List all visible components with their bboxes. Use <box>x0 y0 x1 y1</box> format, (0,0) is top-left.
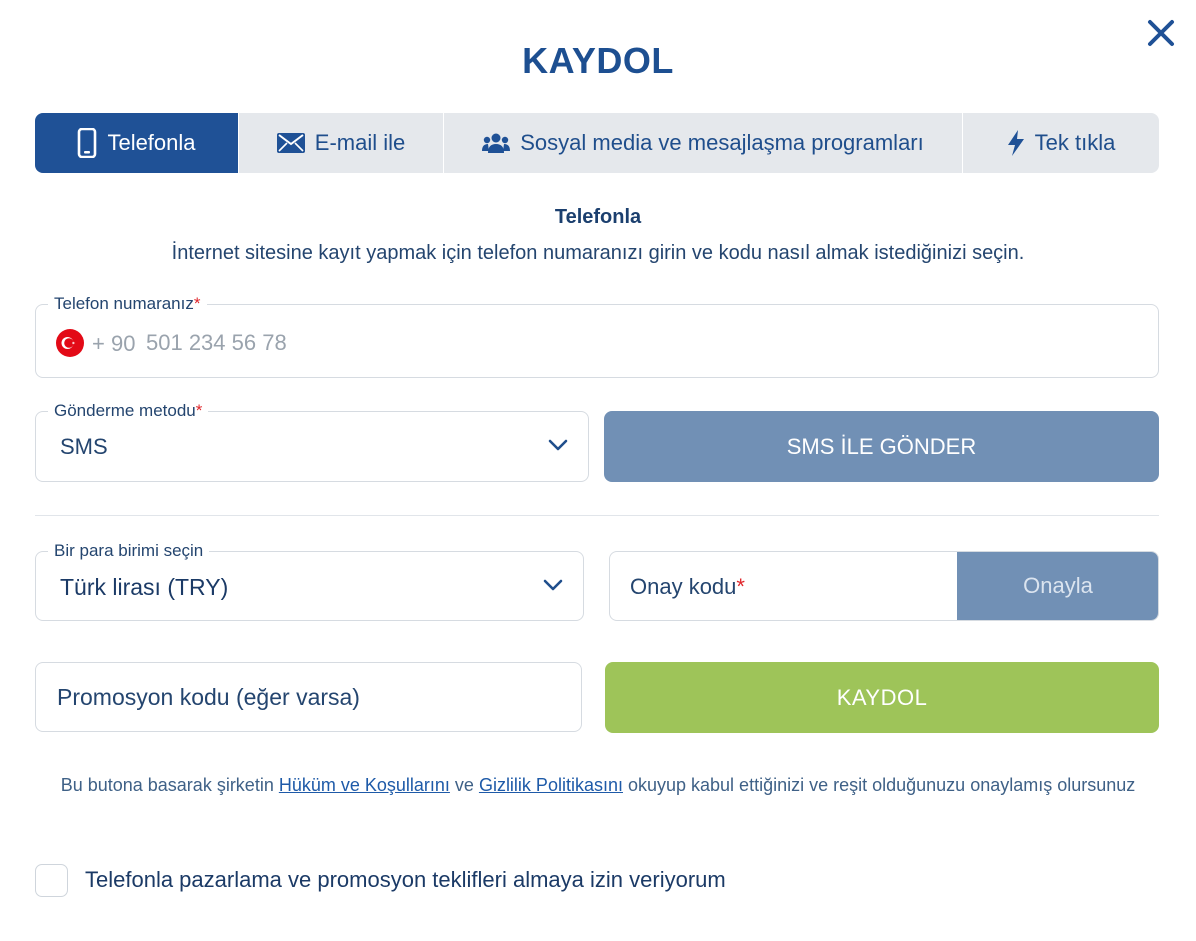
divider <box>35 515 1159 516</box>
chevron-down-icon <box>548 438 568 452</box>
chevron-down-icon <box>543 578 563 592</box>
currency-select[interactable]: Bir para birimi seçin Türk lirası (TRY) <box>35 540 584 621</box>
terms-text: Bu butona basarak şirketin Hüküm ve Koşu… <box>60 775 1136 795</box>
users-icon <box>482 132 511 154</box>
currency-value: Türk lirası (TRY) <box>60 574 229 600</box>
terms-link[interactable]: Hüküm ve Koşullarını <box>279 775 450 795</box>
turkey-flag-icon[interactable] <box>56 329 84 357</box>
bolt-icon <box>1007 130 1025 156</box>
promo-placeholder: Promosyon kodu (eğer varsa) <box>57 684 360 710</box>
phone-label: Telefon numaranız* <box>48 293 207 315</box>
tab-one-click[interactable]: Tek tıkla <box>963 113 1159 173</box>
register-button[interactable]: KAYDOL <box>605 662 1159 733</box>
tab-label: Tek tıkla <box>1034 130 1116 155</box>
phone-field[interactable]: Telefon numaranız* + 90 <box>35 293 1159 378</box>
marketing-consent-label[interactable]: Telefonla pazarlama ve promosyon teklifl… <box>85 867 726 893</box>
tab-label: Telefonla <box>107 130 196 155</box>
confirmation-code-group: Onay kodu* Onayla <box>609 551 1159 621</box>
send-method-label: Gönderme metodu* <box>48 400 209 422</box>
tab-social[interactable]: Sosyal media ve mesajlaşma programları <box>444 113 963 173</box>
section-title: Telefonla <box>554 206 642 228</box>
send-method-select[interactable]: Gönderme metodu* SMS <box>35 400 589 482</box>
tab-email[interactable]: E-mail ile <box>239 113 444 173</box>
phone-icon <box>77 128 97 158</box>
section-description: İnternet sitesine kayıt yapmak için tele… <box>171 242 1025 264</box>
send-sms-button[interactable]: SMS İLE GÖNDER <box>604 411 1159 482</box>
promo-code-input[interactable]: Promosyon kodu (eğer varsa) <box>35 662 582 732</box>
country-code: + 90 <box>92 331 136 356</box>
phone-input[interactable] <box>146 323 746 363</box>
privacy-link[interactable]: Gizlilik Politikasını <box>479 775 623 795</box>
confirmation-code-input[interactable]: Onay kodu* <box>630 574 745 600</box>
dialog-title: KAYDOL <box>522 40 674 81</box>
tab-label: E-mail ile <box>314 130 406 155</box>
tab-label: Sosyal media ve mesajlaşma programları <box>520 130 924 155</box>
confirm-button[interactable]: Onayla <box>957 552 1158 620</box>
close-icon[interactable] <box>1144 16 1178 50</box>
registration-tabs: Telefonla E-mail ile Sosyal media ve mes… <box>35 113 1159 173</box>
envelope-icon <box>276 133 305 153</box>
send-method-value: SMS <box>60 434 108 459</box>
marketing-consent-checkbox[interactable] <box>35 864 68 897</box>
tab-phone[interactable]: Telefonla <box>35 113 239 173</box>
currency-label: Bir para birimi seçin <box>48 540 210 562</box>
